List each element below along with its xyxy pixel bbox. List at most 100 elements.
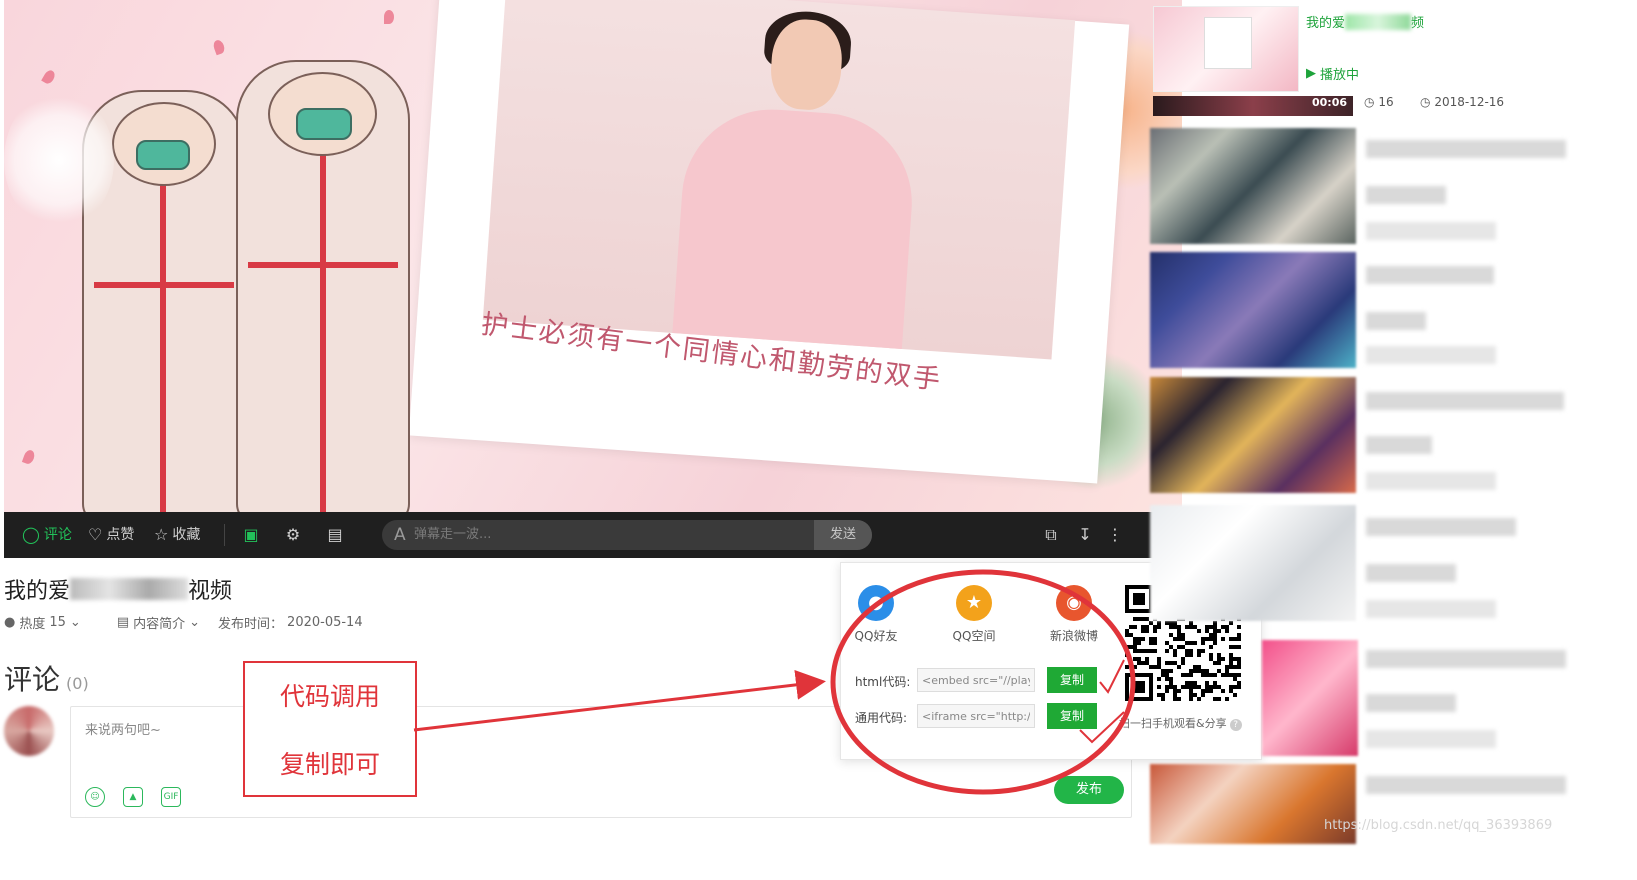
doc-icon: ▤ [116, 615, 130, 630]
flame-icon: ● [4, 615, 16, 630]
chevron-down-icon: ⌄ [189, 615, 201, 630]
recommended-meta [1366, 564, 1456, 582]
share-qq-zone-label: QQ空间 [952, 629, 996, 643]
more-icon[interactable]: ⋮ [1106, 526, 1124, 544]
annotation-line-1: 代码调用 [279, 682, 380, 711]
qzone-star-icon: ★ [956, 585, 992, 621]
share-weibo[interactable]: ◉ 新浪微博 [1039, 585, 1109, 644]
general-code-field[interactable] [917, 704, 1035, 728]
danmu-input-group: A 发送 [382, 520, 872, 550]
view-count: ◷ 16 [1364, 95, 1394, 109]
recommended-meta [1366, 730, 1496, 748]
qq-icon: ● [858, 585, 894, 621]
qr-tip: 扫一扫手机观看&分享? [1119, 715, 1242, 731]
danmu-list-icon[interactable]: ▤ [326, 526, 344, 544]
post-button[interactable]: 发布 [1054, 776, 1124, 804]
recommended-meta [1366, 186, 1446, 204]
now-playing-title-end: 频 [1411, 16, 1425, 31]
recommended-meta [1366, 694, 1456, 712]
like-button[interactable]: ♡ 点赞 [88, 512, 134, 558]
now-playing-thumbnail[interactable] [1153, 6, 1299, 92]
recommended-meta [1366, 346, 1496, 364]
heat-dropdown[interactable]: ● 热度 15 ⌄ [4, 613, 81, 632]
star-icon: ☆ [154, 525, 169, 544]
comment-input[interactable] [83, 717, 787, 743]
recommended-meta [1366, 222, 1496, 240]
recommended-title[interactable] [1366, 392, 1564, 410]
help-icon[interactable]: ? [1229, 719, 1242, 731]
petal-decoration [21, 448, 37, 466]
blurred-title-segment [70, 578, 189, 600]
favorite-button[interactable]: ☆ 收藏 [154, 512, 200, 558]
playing-status: ▶ 播放中 [1306, 64, 1359, 83]
heat-value: 15 [49, 615, 66, 630]
danmu-font-icon[interactable]: A [394, 520, 406, 550]
upload-date-value: 2018-12-16 [1434, 95, 1505, 109]
thumbnail-photo [1204, 17, 1252, 69]
weibo-icon: ◉ [1056, 585, 1092, 621]
favorite-label: 收藏 [172, 527, 201, 543]
annotation-box: 代码调用 复制即可 [243, 661, 417, 797]
recommended-thumbnail[interactable] [1262, 640, 1358, 756]
share-qq-friend-label: QQ好友 [854, 629, 898, 643]
comment-heading: 评论 (0) [4, 658, 89, 698]
download-icon[interactable]: ↧ [1076, 526, 1094, 544]
publish-time: 发布时间： 2020-05-14 [218, 613, 363, 632]
comment-button[interactable]: ◯ 评论 [22, 512, 72, 558]
now-playing-title[interactable]: 我的爱 频 [1306, 12, 1424, 31]
now-playing-title-text: 我的爱 [1306, 16, 1346, 31]
divider [224, 524, 225, 546]
intro-dropdown[interactable]: ▤ 内容简介 ⌄ [117, 613, 200, 632]
recommended-title[interactable] [1366, 140, 1566, 158]
share-weibo-label: 新浪微博 [1049, 629, 1098, 643]
emoji-icon[interactable]: ☺ [85, 787, 105, 807]
gif-icon[interactable]: GIF [161, 787, 181, 807]
video-title: 我的爱 视频 [4, 573, 232, 605]
send-button[interactable]: 发送 [814, 520, 872, 550]
view-count-value: 16 [1378, 95, 1394, 109]
recommended-thumbnail[interactable] [1150, 377, 1356, 493]
title-text: 我的爱 [4, 579, 71, 604]
recommended-meta [1366, 600, 1496, 618]
share-qq-zone[interactable]: ★ QQ空间 [939, 585, 1009, 644]
comment-label: 评论 [43, 527, 72, 543]
recommended-title[interactable] [1366, 776, 1566, 794]
video-player[interactable]: 护士必须有一个同情心和勤劳的双手 [4, 0, 1182, 535]
danmu-input[interactable] [414, 520, 814, 550]
watermark: https://blog.csdn.net/qq_36393869 [1324, 818, 1553, 833]
recommended-thumbnail[interactable] [1150, 128, 1356, 244]
chevron-down-icon: ⌄ [69, 615, 81, 630]
share-qq-friend[interactable]: ● QQ好友 [841, 585, 911, 644]
heat-label: 热度 [19, 617, 46, 632]
copy-general-button[interactable]: 复制 [1047, 703, 1097, 729]
petal-decoration [41, 68, 57, 86]
recommended-title[interactable] [1366, 266, 1494, 284]
comment-icon: ◯ [22, 525, 40, 544]
recommended-title[interactable] [1366, 650, 1566, 668]
wing-decoration [4, 90, 114, 230]
image-icon[interactable]: ▲ [123, 787, 143, 807]
title-text-end: 视频 [188, 579, 233, 604]
avatar [4, 706, 54, 756]
video-meta: ● 热度 15 ⌄ ▤ 内容简介 ⌄ 发布时间： 2020-05-14 [4, 613, 363, 632]
recommended-title[interactable] [1366, 518, 1516, 536]
copy-html-button[interactable]: 复制 [1047, 667, 1097, 693]
danmu-toggle-icon[interactable]: ▣ [242, 526, 260, 544]
qr-tip-text: 扫一扫手机观看&分享 [1119, 717, 1227, 730]
recommended-thumbnail[interactable] [1150, 505, 1356, 621]
danmu-settings-icon[interactable]: ⚙ [284, 526, 302, 544]
publish-label: 发布时间： [218, 617, 284, 632]
comment-count: (0) [66, 674, 89, 693]
clock-icon: ◷ [1364, 95, 1375, 109]
recommended-thumbnail[interactable] [1150, 252, 1356, 368]
share-icon[interactable]: ⧉ [1042, 526, 1060, 544]
upload-date: ◷ 2018-12-16 [1420, 95, 1504, 109]
html-code-field[interactable] [917, 668, 1035, 692]
comment-heading-text: 评论 [4, 663, 61, 696]
clock-icon: ◷ [1420, 95, 1431, 109]
medic-cartoon-right [236, 60, 410, 524]
player-control-bar: ◯ 评论 ♡ 点赞 ☆ 收藏 ▣ ⚙ ▤ A 发送 ⧉ ↧ ⋮ [4, 512, 1182, 558]
duration-badge: 00:06 [1312, 96, 1348, 109]
blurred-title-segment [1345, 13, 1412, 30]
recommended-meta [1366, 436, 1432, 454]
